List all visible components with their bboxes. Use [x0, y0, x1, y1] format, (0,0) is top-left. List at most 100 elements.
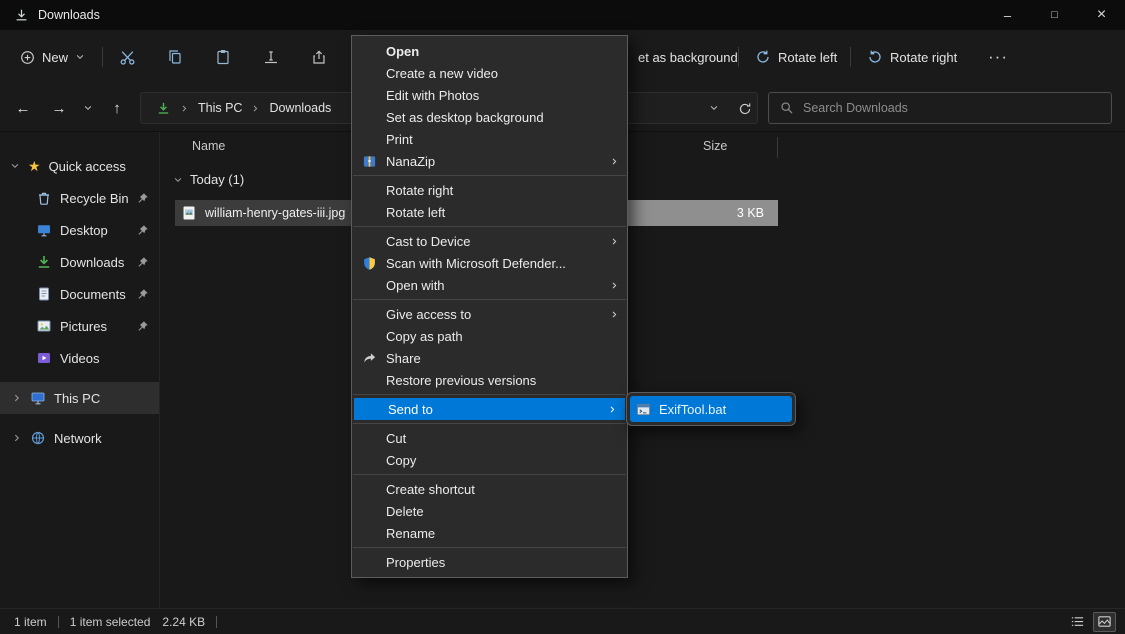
column-header-size[interactable]: Size: [703, 139, 727, 153]
menu-item-create-shortcut[interactable]: Create shortcut: [352, 478, 627, 500]
menu-item-nanazip[interactable]: NanaZip: [352, 150, 627, 172]
more-options-button[interactable]: ···: [980, 39, 1016, 75]
rotate-left-label: Rotate left: [778, 50, 837, 65]
paste-button[interactable]: [203, 39, 243, 75]
sidebar-item-quick-access[interactable]: ★ Quick access: [0, 150, 159, 182]
menu-item-edit-with-photos[interactable]: Edit with Photos: [352, 84, 627, 106]
menu-item-properties[interactable]: Properties: [352, 551, 627, 573]
column-divider[interactable]: [777, 137, 778, 158]
menu-item-label: Send to: [388, 402, 433, 417]
menu-item-give-access-to[interactable]: Give access to: [352, 303, 627, 325]
column-header-name[interactable]: Name: [192, 139, 225, 153]
refresh-button[interactable]: [733, 100, 757, 118]
copy-button[interactable]: [155, 39, 195, 75]
pin-icon: [137, 224, 149, 236]
breadcrumb-this-pc[interactable]: This PC: [198, 101, 242, 115]
status-selection: 1 item selected: [70, 615, 151, 629]
menu-item-send-to[interactable]: Send to: [354, 398, 625, 420]
rotate-right-label: Rotate right: [890, 50, 957, 65]
search-box[interactable]: [768, 92, 1112, 124]
new-button[interactable]: New: [12, 40, 93, 74]
sidebar-item-downloads[interactable]: Downloads: [0, 246, 159, 278]
close-button[interactable]: ×: [1078, 0, 1125, 30]
share-icon: [311, 49, 327, 65]
submenu-item-label: ExifTool.bat: [659, 402, 726, 417]
menu-item-label: Copy as path: [386, 329, 463, 344]
minimize-button[interactable]: –: [984, 0, 1031, 30]
sidebar-item-this-pc[interactable]: This PC: [0, 382, 159, 414]
pin-icon: [137, 256, 149, 268]
sidebar-item-label: Documents: [60, 287, 126, 302]
forward-button[interactable]: →: [44, 94, 74, 122]
menu-item-label: Open: [386, 44, 419, 59]
set-as-background-button[interactable]: et as background: [630, 40, 746, 74]
menu-item-delete[interactable]: Delete: [352, 500, 627, 522]
back-button[interactable]: ←: [8, 94, 38, 122]
up-button[interactable]: ↑: [103, 94, 131, 122]
menu-item-scan-with-microsoft-defender[interactable]: Scan with Microsoft Defender...: [352, 252, 627, 274]
menu-item-label: Copy: [386, 453, 416, 468]
network-icon: [30, 430, 46, 446]
rotate-right-icon: [867, 49, 883, 65]
details-view-icon: [1070, 614, 1085, 629]
file-size-cell: 3 KB: [628, 200, 778, 226]
menu-item-set-as-desktop-background[interactable]: Set as desktop background: [352, 106, 627, 128]
status-item-count: 1 item: [14, 615, 47, 629]
menu-item-label: Set as desktop background: [386, 110, 544, 125]
sidebar-item-network[interactable]: Network: [0, 422, 159, 454]
menu-item-rotate-left[interactable]: Rotate left: [352, 201, 627, 223]
menu-item-cast-to-device[interactable]: Cast to Device: [352, 230, 627, 252]
chevron-right-icon: [12, 433, 22, 443]
pictures-icon: [36, 318, 52, 334]
details-view-button[interactable]: [1066, 612, 1089, 632]
sidebar-item-label: Videos: [60, 351, 100, 366]
menu-item-create-a-new-video[interactable]: Create a new video: [352, 62, 627, 84]
sidebar-item-videos[interactable]: Videos: [0, 342, 159, 374]
star-icon: ★: [28, 159, 41, 173]
toolbar-separator: [850, 47, 851, 67]
maximize-button[interactable]: □: [1031, 0, 1078, 30]
share-button[interactable]: [299, 39, 339, 75]
menu-item-label: NanaZip: [386, 154, 435, 169]
menu-item-label: Cut: [386, 431, 406, 446]
menu-item-share[interactable]: Share: [352, 347, 627, 369]
cut-button[interactable]: [107, 39, 147, 75]
status-selection-size: 2.24 KB: [162, 615, 205, 629]
menu-item-label: Open with: [386, 278, 445, 293]
history-dropdown-button[interactable]: [77, 94, 99, 122]
rename-button[interactable]: [251, 39, 291, 75]
menu-item-print[interactable]: Print: [352, 128, 627, 150]
menu-item-open-with[interactable]: Open with: [352, 274, 627, 296]
downloads-folder-icon: [156, 101, 171, 116]
sidebar-item-pictures[interactable]: Pictures: [0, 310, 159, 342]
menu-separator: [353, 423, 626, 424]
submenu-item-exiftool[interactable]: ExifTool.bat: [630, 396, 792, 422]
rotate-right-button[interactable]: Rotate right: [859, 40, 965, 74]
menu-item-restore-previous-versions[interactable]: Restore previous versions: [352, 369, 627, 391]
search-input[interactable]: [803, 101, 1100, 115]
status-divider: [216, 616, 217, 628]
chevron-down-icon: [83, 103, 93, 113]
thumbnail-view-button[interactable]: [1093, 612, 1116, 632]
menu-item-cut[interactable]: Cut: [352, 427, 627, 449]
breadcrumb-downloads[interactable]: Downloads: [269, 101, 331, 115]
plus-circle-icon: [20, 50, 35, 65]
sidebar-item-recycle-bin[interactable]: Recycle Bin: [0, 182, 159, 214]
sidebar-item-label: This PC: [54, 391, 100, 406]
menu-item-open[interactable]: Open: [352, 40, 627, 62]
recycle-bin-icon: [36, 190, 52, 206]
sidebar-item-desktop[interactable]: Desktop: [0, 214, 159, 246]
status-divider: [58, 616, 59, 628]
menu-item-rotate-right[interactable]: Rotate right: [352, 179, 627, 201]
sidebar-item-label: Recycle Bin: [60, 191, 129, 206]
menu-item-rename[interactable]: Rename: [352, 522, 627, 544]
menu-item-copy-as-path[interactable]: Copy as path: [352, 325, 627, 347]
rotate-left-button[interactable]: Rotate left: [747, 40, 845, 74]
chevron-down-icon: [75, 52, 85, 62]
group-header-today[interactable]: Today (1): [173, 172, 244, 187]
menu-item-copy[interactable]: Copy: [352, 449, 627, 471]
chevron-down-icon: [173, 175, 183, 185]
batch-file-icon: [636, 402, 651, 417]
sidebar-item-documents[interactable]: Documents: [0, 278, 159, 310]
address-dropdown-button[interactable]: [701, 98, 727, 118]
